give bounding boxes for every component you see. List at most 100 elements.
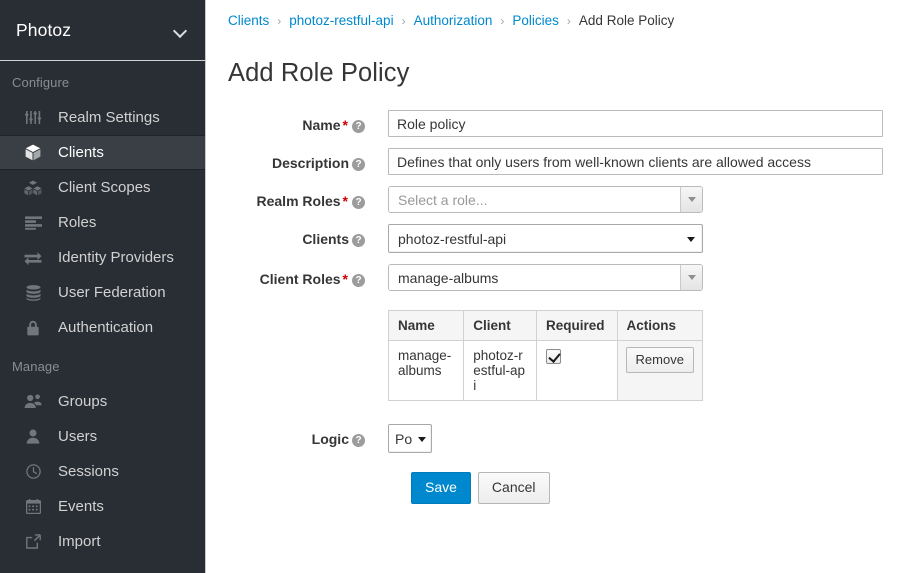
- users-icon: [22, 393, 44, 411]
- description-input[interactable]: [388, 148, 883, 175]
- client-roles-selected-value: manage-albums: [389, 265, 680, 290]
- help-icon[interactable]: ?: [352, 120, 365, 133]
- sidebar-item-label: Client Scopes: [58, 179, 151, 196]
- realm-roles-select[interactable]: Select a role...: [388, 186, 703, 213]
- chevron-down-icon: [418, 436, 426, 442]
- form-row-logic: Logic? Po: [228, 424, 908, 453]
- sidebar-item-users[interactable]: Users: [0, 419, 205, 454]
- list-icon: [22, 214, 44, 232]
- sidebar-item-client-scopes[interactable]: Client Scopes: [0, 170, 205, 205]
- sidebar-item-import[interactable]: Import: [0, 524, 205, 559]
- sidebar-section-configure: Configure Realm Settings Clients Client …: [0, 61, 205, 345]
- breadcrumb-item-authorization[interactable]: Authorization: [414, 13, 493, 28]
- sidebar-item-clients[interactable]: Clients: [0, 135, 205, 170]
- chevron-down-icon: [174, 26, 187, 34]
- sidebar-item-user-federation[interactable]: User Federation: [0, 275, 205, 310]
- logic-selected-value: Po: [395, 430, 413, 447]
- form-row-name: Name *?: [228, 110, 908, 137]
- help-icon[interactable]: ?: [352, 274, 365, 287]
- sidebar-item-label: User Federation: [58, 284, 166, 301]
- breadcrumb-item-policies[interactable]: Policies: [512, 13, 559, 28]
- breadcrumb: Clients › photoz-restful-api › Authoriza…: [228, 0, 908, 33]
- breadcrumb-item-photoz-restful-api[interactable]: photoz-restful-api: [289, 13, 393, 28]
- app-root: Photoz Configure Realm Settings Clients …: [0, 0, 908, 573]
- client-roles-label: Client Roles *?: [228, 264, 388, 287]
- client-roles-select[interactable]: manage-albums: [388, 264, 703, 291]
- realm-roles-selected-value: Select a role...: [389, 187, 680, 212]
- main-content: Clients › photoz-restful-api › Authoriza…: [206, 0, 908, 573]
- import-arrow-icon: [22, 533, 44, 551]
- realm-selector[interactable]: Photoz: [0, 0, 205, 61]
- required-marker: *: [342, 271, 348, 287]
- table-spacer: [228, 310, 388, 317]
- user-icon: [22, 428, 44, 446]
- form-row-description: Description?: [228, 148, 908, 175]
- logic-label: Logic?: [228, 424, 388, 447]
- table-row: manage-albums photoz-restful-api Remove: [387, 340, 704, 401]
- help-icon[interactable]: ?: [352, 158, 365, 171]
- chevron-down-icon: [687, 236, 695, 242]
- sidebar-item-sessions[interactable]: Sessions: [0, 454, 205, 489]
- description-label: Description?: [228, 148, 388, 171]
- table-body: manage-albums photoz-restful-api Remove: [387, 340, 704, 401]
- logic-select[interactable]: Po: [388, 424, 432, 453]
- breadcrumb-item-clients[interactable]: Clients: [228, 13, 269, 28]
- sidebar-item-label: Sessions: [58, 463, 119, 480]
- cell-role-name: manage-albums: [387, 340, 465, 401]
- required-marker: *: [342, 117, 348, 133]
- help-icon[interactable]: ?: [352, 434, 365, 447]
- sidebar: Photoz Configure Realm Settings Clients …: [0, 0, 206, 573]
- help-icon[interactable]: ?: [352, 196, 365, 209]
- page-title: Add Role Policy: [228, 59, 410, 87]
- cell-role-actions: Remove: [616, 340, 704, 401]
- column-header-name: Name: [387, 310, 465, 341]
- breadcrumb-separator: ›: [277, 13, 282, 28]
- sidebar-section-manage: Manage Groups Users Sessions Events Impo…: [0, 345, 205, 559]
- cell-role-required: [535, 340, 618, 401]
- cell-role-client: photoz-restful-api: [463, 340, 537, 401]
- required-checkbox[interactable]: [545, 348, 561, 364]
- required-marker: *: [342, 193, 348, 209]
- breadcrumb-separator: ›: [566, 13, 571, 28]
- clients-select[interactable]: photoz-restful-api: [388, 224, 703, 253]
- clients-selected-value: photoz-restful-api: [398, 230, 507, 247]
- sidebar-item-label: Roles: [58, 214, 97, 231]
- sidebar-item-authentication[interactable]: Authentication: [0, 310, 205, 345]
- sidebar-item-label: Authentication: [58, 319, 154, 336]
- column-header-required: Required: [535, 310, 618, 341]
- sidebar-item-realm-settings[interactable]: Realm Settings: [0, 100, 205, 135]
- sidebar-item-roles[interactable]: Roles: [0, 205, 205, 240]
- form-row-realm-roles: Realm Roles *? Select a role...: [228, 186, 908, 213]
- help-icon[interactable]: ?: [352, 234, 365, 247]
- sidebar-item-label: Identity Providers: [58, 249, 174, 266]
- sidebar-item-identity-providers[interactable]: Identity Providers: [0, 240, 205, 275]
- save-button[interactable]: Save: [411, 472, 471, 504]
- column-header-actions: Actions: [616, 310, 704, 341]
- name-input[interactable]: [388, 110, 883, 137]
- add-role-policy-form: Name*? Description? Realm Roles*? Select…: [228, 110, 908, 504]
- exchange-arrows-icon: [22, 249, 44, 267]
- table-header-row: Name Client Required Actions: [387, 310, 704, 341]
- clients-label-text: Clients: [302, 231, 349, 247]
- sidebar-item-label: Groups: [58, 393, 108, 410]
- form-row-clients: Clients? photoz-restful-api: [228, 224, 908, 253]
- remove-role-button[interactable]: Remove: [625, 347, 694, 374]
- calendar-icon: [22, 498, 44, 516]
- logic-label-text: Logic: [311, 431, 349, 447]
- sidebar-item-groups[interactable]: Groups: [0, 384, 205, 419]
- cubes-icon: [22, 179, 44, 197]
- chevron-down-icon[interactable]: [680, 187, 702, 212]
- selected-roles-table: Name Client Required Actions manage-albu…: [387, 310, 704, 401]
- clients-label: Clients?: [228, 224, 388, 247]
- chevron-down-icon[interactable]: [680, 265, 702, 290]
- client-roles-label-text: Client Roles: [259, 271, 341, 287]
- column-header-client: Client: [463, 310, 537, 341]
- realm-name: Photoz: [16, 19, 72, 40]
- breadcrumb-separator: ›: [500, 13, 505, 28]
- sidebar-item-label: Users: [58, 428, 98, 445]
- sidebar-item-label: Import: [58, 533, 101, 550]
- table-head: Name Client Required Actions: [387, 310, 704, 341]
- sidebar-item-events[interactable]: Events: [0, 489, 205, 524]
- sidebar-item-label: Realm Settings: [58, 109, 160, 126]
- cancel-button[interactable]: Cancel: [477, 472, 550, 504]
